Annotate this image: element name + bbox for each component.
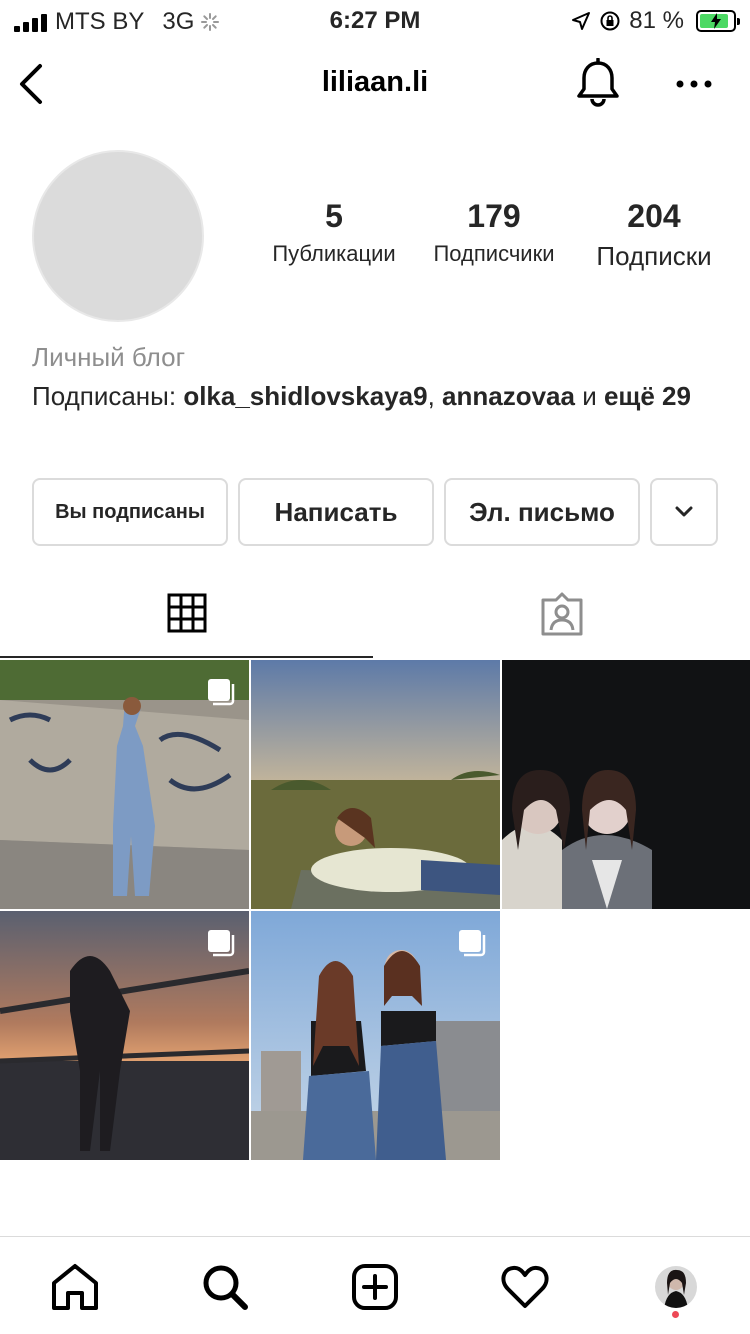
bottom-nav [0, 1236, 750, 1334]
home-icon [52, 1264, 98, 1310]
stat-value: 204 [627, 198, 681, 234]
post-image [502, 660, 750, 909]
nav-activity[interactable] [499, 1261, 551, 1313]
profile-tabs [0, 570, 750, 660]
posts-count[interactable]: 5 Публикации [254, 198, 414, 267]
followed-by-more[interactable]: ещё 29 [604, 381, 691, 411]
new-post-icon [352, 1264, 398, 1310]
followers-count[interactable]: 179 Подписчики [414, 198, 574, 267]
following-button[interactable]: Вы подписаны [32, 478, 228, 546]
battery-icon [696, 10, 740, 32]
profile-category: Личный блог [32, 342, 186, 372]
activity-heart-icon [501, 1265, 549, 1308]
tagged-person-icon [541, 592, 582, 636]
profile-header: liliaan.li [0, 40, 750, 128]
tab-posts-grid[interactable] [0, 570, 373, 658]
notification-dot [672, 1311, 679, 1318]
post-thumbnail[interactable] [502, 660, 750, 909]
stat-value: 5 [325, 198, 343, 234]
nav-home[interactable] [49, 1261, 101, 1313]
nav-new-post[interactable] [349, 1261, 401, 1313]
more-dots-icon [676, 80, 712, 88]
followed-by-user[interactable]: annazovaa [442, 381, 575, 411]
profile-avatar[interactable] [32, 150, 204, 322]
stat-label: Подписки [596, 241, 712, 271]
followed-by-text[interactable]: Подписаны: olka_shidlovskaya9, annazovaa… [32, 378, 722, 415]
more-options-button[interactable] [672, 64, 716, 104]
post-thumbnail[interactable] [251, 911, 500, 1160]
notifications-button[interactable] [574, 57, 622, 108]
multiple-photos-icon [208, 679, 235, 706]
multiple-photos-icon [208, 930, 235, 957]
post-thumbnail[interactable] [0, 660, 249, 909]
stat-value: 179 [467, 198, 521, 234]
post-image [251, 660, 500, 909]
profile-avatar [655, 1266, 697, 1308]
grid-icon [167, 593, 206, 633]
orientation-lock-icon [600, 11, 620, 31]
location-arrow-icon [572, 12, 591, 30]
status-right: 81 % [571, 7, 740, 35]
followed-by-conjunction: и [574, 381, 604, 411]
search-icon [203, 1265, 248, 1310]
post-thumbnail[interactable] [0, 911, 249, 1160]
battery-percent: 81 % [629, 7, 684, 34]
followed-by-prefix: Подписаны: [32, 381, 184, 411]
stat-label: Публикации [272, 241, 396, 266]
chevron-down-icon [675, 506, 693, 517]
nav-profile[interactable] [650, 1261, 702, 1313]
followed-by-user[interactable]: olka_shidlovskaya9 [183, 381, 427, 411]
following-count[interactable]: 204 Подписки [580, 198, 728, 272]
bell-icon [577, 57, 619, 107]
message-button[interactable]: Написать [238, 478, 434, 546]
post-thumbnail[interactable] [251, 660, 500, 909]
followed-by-separator: , [427, 381, 443, 411]
status-bar: MTS BY 3G 6:27 PM 81 % [0, 0, 750, 40]
suggestions-dropdown-button[interactable] [650, 478, 718, 546]
multiple-photos-icon [459, 930, 486, 957]
email-button[interactable]: Эл. письмо [444, 478, 640, 546]
stat-label: Подписчики [433, 241, 555, 266]
page-title: liliaan.li [321, 66, 429, 98]
tab-tagged[interactable] [375, 570, 748, 658]
nav-search[interactable] [199, 1261, 251, 1313]
